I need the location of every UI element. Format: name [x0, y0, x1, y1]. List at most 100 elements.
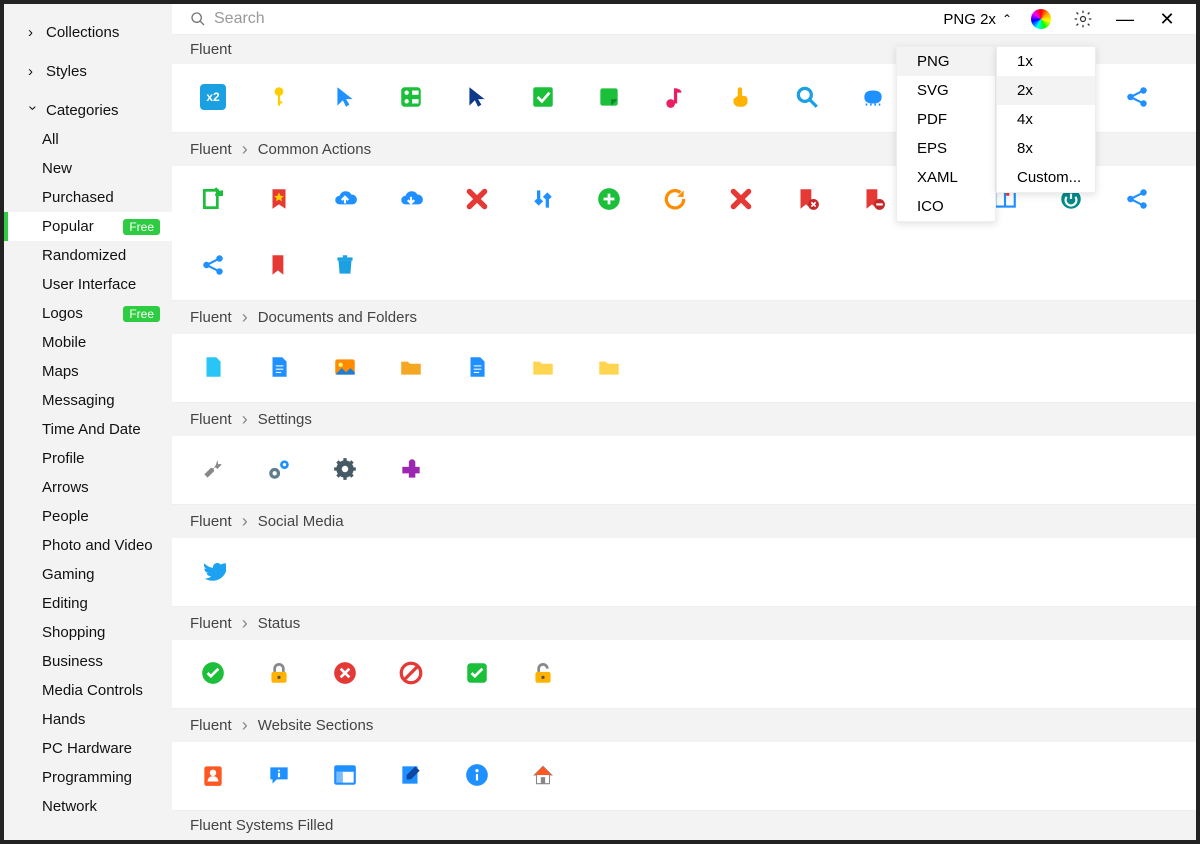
sidebar-item-hands[interactable]: Hands	[4, 705, 172, 734]
note-icon[interactable]	[594, 82, 624, 112]
size-option-4x[interactable]: 4x	[997, 105, 1095, 134]
breadcrumb-part[interactable]: Fluent	[190, 41, 232, 58]
cursor-dark-icon[interactable]	[462, 82, 492, 112]
format-option-svg[interactable]: SVG	[897, 76, 995, 105]
size-option-8x[interactable]: 8x	[997, 134, 1095, 163]
cloud-upload-icon[interactable]	[330, 184, 360, 214]
size-option-1x[interactable]: 1x	[997, 47, 1095, 76]
sidebar-item-randomized[interactable]: Randomized	[4, 241, 172, 270]
chat-info-icon[interactable]	[264, 760, 294, 790]
sidebar-item-all[interactable]: All	[4, 125, 172, 154]
magnify-icon[interactable]	[792, 82, 822, 112]
check-circle-icon[interactable]	[198, 658, 228, 688]
unlock-icon[interactable]	[528, 658, 558, 688]
sidebar-item-shopping[interactable]: Shopping	[4, 618, 172, 647]
breadcrumb-part[interactable]: Fluent	[190, 411, 232, 428]
sidebar-item-gaming[interactable]: Gaming	[4, 560, 172, 589]
folder-open-icon[interactable]	[396, 352, 426, 382]
sidebar-item-user-interface[interactable]: User Interface	[4, 270, 172, 299]
sidebar-item-mobile[interactable]: Mobile	[4, 328, 172, 357]
file-text-icon[interactable]	[264, 352, 294, 382]
edit-note-icon[interactable]	[396, 760, 426, 790]
close-button[interactable]: ✕	[1156, 8, 1178, 30]
gears-icon[interactable]	[264, 454, 294, 484]
share-icon[interactable]	[198, 250, 228, 280]
breadcrumb-part[interactable]: Fluent	[190, 513, 232, 530]
breadcrumb-part[interactable]: Fluent	[190, 615, 232, 632]
format-option-xaml[interactable]: XAML	[897, 163, 995, 192]
info-circle-icon[interactable]	[462, 760, 492, 790]
breadcrumb-part[interactable]: Status	[258, 615, 301, 632]
twitter-icon[interactable]	[198, 556, 228, 586]
sidebar-item-maps[interactable]: Maps	[4, 357, 172, 386]
add-circle-icon[interactable]	[594, 184, 624, 214]
settings-button[interactable]	[1072, 8, 1094, 30]
cursor-blue-icon[interactable]	[330, 82, 360, 112]
size-option-custom[interactable]: Custom...	[997, 163, 1095, 192]
format-option-pdf[interactable]: PDF	[897, 105, 995, 134]
breadcrumb-part[interactable]: Documents and Folders	[258, 309, 417, 326]
export-icon[interactable]	[198, 184, 228, 214]
folder-alt-icon[interactable]	[594, 352, 624, 382]
sidebar-item-purchased[interactable]: Purchased	[4, 183, 172, 212]
cloud-download-icon[interactable]	[396, 184, 426, 214]
format-option-eps[interactable]: EPS	[897, 134, 995, 163]
file-blank-icon[interactable]	[198, 352, 228, 382]
stamp-icon[interactable]	[858, 82, 888, 112]
lock-icon[interactable]	[264, 658, 294, 688]
minimize-button[interactable]: —	[1114, 8, 1136, 30]
bookmark-icon[interactable]	[264, 250, 294, 280]
home-icon[interactable]	[528, 760, 558, 790]
breadcrumb-part[interactable]: Common Actions	[258, 141, 371, 158]
document-lines-icon[interactable]	[462, 352, 492, 382]
hand-point-icon[interactable]	[726, 82, 756, 112]
breadcrumb-part[interactable]: Fluent	[190, 717, 232, 734]
sidebar-item-network[interactable]: Network	[4, 792, 172, 821]
sidebar-item-popular[interactable]: PopularFree	[4, 212, 172, 241]
breadcrumb-part[interactable]: Settings	[258, 411, 312, 428]
sidebar-categories[interactable]: › Categories	[4, 96, 172, 125]
share-net-icon[interactable]	[1122, 184, 1152, 214]
format-dropdown-button[interactable]: PNG 2x ⌃	[935, 7, 1020, 32]
key-icon[interactable]	[264, 82, 294, 112]
sidebar-item-pc-hardware[interactable]: PC Hardware	[4, 734, 172, 763]
sidebar-item-business[interactable]: Business	[4, 647, 172, 676]
sidebar-item-profile[interactable]: Profile	[4, 444, 172, 473]
x-close-icon[interactable]	[462, 184, 492, 214]
sidebar-item-time-and-date[interactable]: Time And Date	[4, 415, 172, 444]
music-note-icon[interactable]	[660, 82, 690, 112]
trash-icon[interactable]	[330, 250, 360, 280]
x2-badge-icon[interactable]: x2	[198, 82, 228, 112]
sidebar-item-people[interactable]: People	[4, 502, 172, 531]
gear-icon[interactable]	[330, 454, 360, 484]
breadcrumb-part[interactable]: Fluent	[190, 309, 232, 326]
x-cursor-icon[interactable]	[726, 184, 756, 214]
breadcrumb-part[interactable]: Website Sections	[258, 717, 374, 734]
bookmark-minus-icon[interactable]	[858, 184, 888, 214]
wrench-icon[interactable]	[198, 454, 228, 484]
board-icon[interactable]	[396, 82, 426, 112]
format-option-png[interactable]: PNG	[897, 47, 995, 76]
breadcrumb-part[interactable]: Fluent	[190, 141, 232, 158]
bookmark-star-icon[interactable]	[264, 184, 294, 214]
sidebar-collections[interactable]: › Collections	[4, 18, 172, 47]
sidebar-item-logos[interactable]: LogosFree	[4, 299, 172, 328]
sidebar-item-photo-and-video[interactable]: Photo and Video	[4, 531, 172, 560]
breadcrumb-part[interactable]: Social Media	[258, 513, 344, 530]
block-icon[interactable]	[396, 658, 426, 688]
check-square-icon[interactable]	[462, 658, 492, 688]
folder-icon[interactable]	[528, 352, 558, 382]
contact-card-icon[interactable]	[198, 760, 228, 790]
bookmark-x-icon[interactable]	[792, 184, 822, 214]
plugin-icon[interactable]	[396, 454, 426, 484]
swap-icon[interactable]	[528, 184, 558, 214]
format-option-ico[interactable]: ICO	[897, 192, 995, 221]
sidebar-item-editing[interactable]: Editing	[4, 589, 172, 618]
search-input[interactable]	[214, 10, 614, 28]
layout-icon[interactable]	[330, 760, 360, 790]
error-circle-icon[interactable]	[330, 658, 360, 688]
sidebar-item-new[interactable]: New	[4, 154, 172, 183]
sidebar-styles[interactable]: › Styles	[4, 57, 172, 86]
image-icon[interactable]	[330, 352, 360, 382]
rotate-icon[interactable]	[660, 184, 690, 214]
